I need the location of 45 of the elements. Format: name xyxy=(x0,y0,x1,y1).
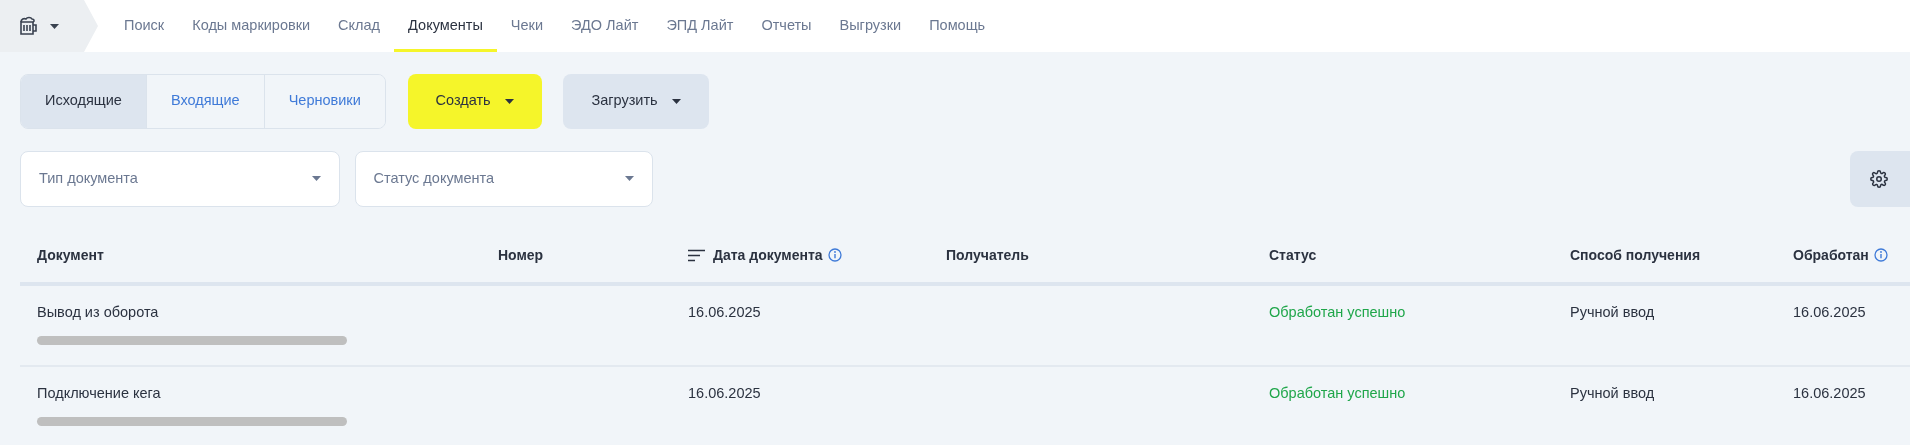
info-icon xyxy=(827,248,842,263)
column-header: Дата документа xyxy=(713,245,823,265)
nav-tab[interactable]: Коды маркировки xyxy=(178,0,325,52)
column-header: Обработан xyxy=(1793,245,1869,265)
logo-menu-button[interactable] xyxy=(0,0,98,52)
column-header: Получатель xyxy=(946,245,1029,265)
upload-button[interactable]: Загрузить xyxy=(563,73,709,129)
caret-icon xyxy=(624,176,634,181)
caret-icon xyxy=(671,98,681,104)
nav-tab[interactable]: Выгрузки xyxy=(825,0,916,52)
column-header: Статус xyxy=(1269,245,1317,265)
table-cell: Обработан успешно xyxy=(1269,304,1406,321)
dropdown-field[interactable]: Тип документа xyxy=(20,150,340,207)
table-cell: 16.06.2025 xyxy=(1793,385,1866,402)
caret-icon xyxy=(504,98,514,104)
column-header: Номер xyxy=(498,245,544,265)
table-cell: Ручной ввод xyxy=(1570,304,1655,321)
segment-tab[interactable]: Черновики xyxy=(263,74,385,128)
table-cell: Обработан успешно xyxy=(1269,385,1406,402)
settings-icon xyxy=(1870,169,1888,188)
sort-icon[interactable] xyxy=(688,248,705,262)
table-cell: 16.06.2025 xyxy=(1793,304,1866,321)
nav-tab[interactable]: Отчеты xyxy=(747,0,826,52)
nav-tab[interactable]: ЭДО Лайт xyxy=(557,0,653,52)
caret-icon xyxy=(50,23,59,29)
document-name: Вывод из оборота xyxy=(37,303,160,323)
table-cell: 16.06.2025 xyxy=(688,304,761,321)
nav-tab[interactable]: Документы xyxy=(394,0,497,52)
dropdown-field[interactable]: Статус документа xyxy=(354,150,653,207)
table-cell: Ручной ввод xyxy=(1570,385,1655,402)
settings-button[interactable] xyxy=(1850,150,1910,207)
beer-mug-icon xyxy=(18,15,40,37)
table-cell: 16.06.2025 xyxy=(688,385,761,402)
nav-tab[interactable]: Склад xyxy=(324,0,395,52)
nav-tab[interactable]: Чеки xyxy=(496,0,557,52)
column-header: Способ получения xyxy=(1570,245,1701,265)
info-icon xyxy=(1873,248,1888,263)
document-name: Подключение кега xyxy=(37,384,162,404)
create-button[interactable]: Создать xyxy=(407,73,542,129)
segment-tab[interactable]: Исходящие xyxy=(21,74,146,128)
caret-icon xyxy=(312,176,321,181)
nav-tab[interactable]: Поиск xyxy=(110,0,179,52)
nav-tab[interactable]: ЭПД Лайт xyxy=(652,0,748,52)
column-header: Документ xyxy=(37,245,104,265)
nav-tab[interactable]: Помощь xyxy=(915,0,1000,52)
